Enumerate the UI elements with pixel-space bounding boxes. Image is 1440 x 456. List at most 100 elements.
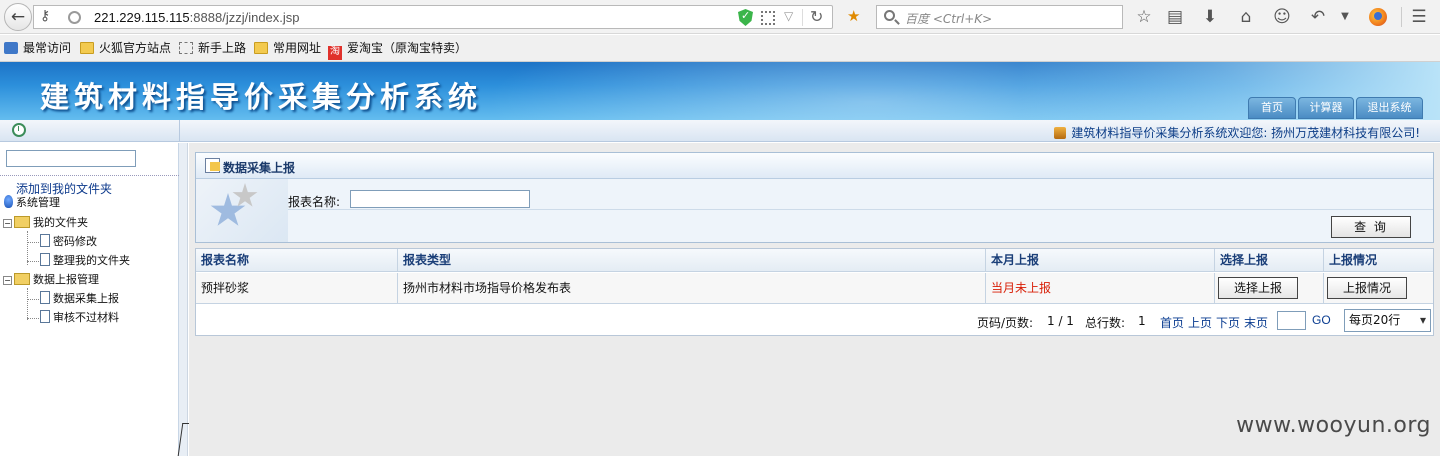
tab-logout[interactable]: 退出系统 — [1356, 97, 1423, 119]
bookmarks-toolbar: 最常访问 火狐官方站点 新手上路 常用网址 淘爱淘宝（原淘宝特卖） — [0, 35, 1440, 62]
clock-icon[interactable] — [12, 123, 26, 137]
tree-item-data-report-mgmt[interactable]: − 数据上报管理 — [3, 272, 99, 288]
prev-page-link[interactable]: 上页 — [1188, 314, 1212, 331]
page-icon — [40, 291, 50, 304]
folder-icon — [14, 216, 30, 228]
welcome-bar: 建筑材料指导价采集分析系统欢迎您: 扬州万茂建材科技有限公司! — [0, 120, 1440, 142]
report-icon — [205, 158, 220, 173]
undo-dropdown-icon[interactable]: ▼ — [1334, 6, 1356, 28]
bulb-icon — [4, 195, 13, 208]
cell-report-type: 扬州市材料市场指导价格发布表 — [398, 273, 986, 303]
identity-key-icon[interactable]: ⚷ — [40, 8, 50, 24]
toolbar-separator — [1401, 7, 1402, 27]
table-header-row: 报表名称 报表类型 本月上报 选择上报 上报情况 — [196, 249, 1433, 272]
menu-icon[interactable]: ☰ — [1408, 6, 1430, 28]
back-button[interactable]: ← — [4, 3, 32, 31]
bookmark-most-visited[interactable]: 最常访问 — [4, 40, 71, 58]
select-report-button[interactable]: 选择上报 — [1218, 277, 1298, 299]
form-divider — [288, 209, 1433, 210]
url-dropdown-icon[interactable]: ▽ — [784, 9, 793, 23]
tree-item-organize-folder[interactable]: 整理我的文件夹 — [40, 253, 130, 269]
most-visited-icon — [4, 42, 18, 54]
tree-line — [27, 261, 39, 262]
browser-toolbar: ← ⚷ 221.229.115.115:8888/jzzj/index.jsp … — [0, 0, 1440, 34]
cell-status: 上报情况 — [1324, 273, 1433, 303]
page-icon — [179, 42, 193, 54]
reload-icon[interactable]: ↻ — [810, 7, 823, 26]
bookmark-star-icon[interactable]: ☆ — [1133, 6, 1155, 28]
tree-item-rejected-materials[interactable]: 审核不过材料 — [40, 310, 119, 326]
page-icon — [40, 234, 50, 247]
total-value: 1 — [1138, 314, 1146, 328]
app-header: 建筑材料指导价采集分析系统 首页 计算器 退出系统 — [0, 62, 1440, 120]
qr-code-icon[interactable] — [761, 11, 775, 25]
folder-icon — [14, 273, 30, 285]
page-icon — [40, 310, 50, 323]
folder-icon — [80, 42, 94, 54]
shield-icon[interactable]: ✓ — [738, 9, 753, 26]
undo-icon[interactable]: ↶ — [1307, 6, 1329, 28]
bookmark-getting-started[interactable]: 新手上路 — [179, 40, 246, 58]
bookmark-firefox-site[interactable]: 火狐官方站点 — [80, 40, 171, 58]
first-page-link[interactable]: 首页 — [1160, 314, 1184, 331]
tree-line — [27, 318, 39, 319]
url-separator — [802, 9, 803, 26]
tree-item-data-collect-report[interactable]: 数据采集上报 — [40, 291, 119, 307]
column-header-name: 报表名称 — [196, 249, 398, 271]
query-button[interactable]: 查 询 — [1331, 216, 1411, 238]
home-icon[interactable]: ⌂ — [1235, 6, 1257, 28]
tree-item-system-admin[interactable]: 系统管理 — [4, 195, 60, 211]
collapse-icon[interactable]: − — [3, 219, 12, 228]
tree-item-my-folder[interactable]: − 我的文件夹 — [3, 215, 88, 231]
column-header-select: 选择上报 — [1215, 249, 1324, 271]
pagination-bar: 页码/页数: 1 / 1 总行数: 1 首页 上页 下页 末页 GO 每页20行 — [196, 307, 1433, 335]
go-button[interactable]: GO — [1312, 313, 1331, 327]
app-title: 建筑材料指导价采集分析系统 — [40, 80, 483, 114]
bookmark-aitaobao[interactable]: 淘爱淘宝（原淘宝特卖） — [328, 40, 467, 60]
report-name-label: 报表名称: — [288, 195, 341, 209]
search-icon — [884, 10, 895, 21]
watermark: www.wooyun.org — [1236, 413, 1431, 438]
star-icon — [232, 183, 258, 207]
column-header-status: 上报情况 — [1329, 253, 1378, 267]
download-icon[interactable]: ⬇ — [1199, 6, 1221, 28]
column-header-monthly: 本月上报 — [986, 249, 1215, 271]
url-text[interactable]: 221.229.115.115:8888/jzzj/index.jsp — [94, 10, 300, 25]
report-table: 报表名称 报表类型 本月上报 选择上报 上报情况 预拌砂浆 扬州市材料市场指导价… — [195, 248, 1434, 336]
bookmark-common-sites[interactable]: 常用网址 — [254, 40, 321, 58]
next-page-link[interactable]: 下页 — [1216, 314, 1240, 331]
last-page-link[interactable]: 末页 — [1244, 314, 1268, 331]
tab-home[interactable]: 首页 — [1248, 97, 1296, 119]
tree-item-change-password[interactable]: 密码修改 — [40, 234, 97, 250]
sidebar-search-input[interactable] — [6, 150, 136, 167]
page-jump-input[interactable] — [1277, 311, 1306, 330]
main-content: 数据采集上报 报表名称: 查 询 报表名称 报表类型 本月上报 选择上报 上报情… — [189, 143, 1440, 456]
report-name-input[interactable] — [350, 190, 530, 208]
table-row: 预拌砂浆 扬州市材料市场指导价格发布表 当月未上报 选择上报 上报情况 — [196, 273, 1433, 304]
cell-select: 选择上报 — [1215, 273, 1324, 303]
search-engine-icon[interactable]: ★ — [847, 7, 860, 25]
reading-list-icon[interactable]: ▤ — [1164, 6, 1186, 28]
report-status-button[interactable]: 上报情况 — [1327, 277, 1407, 299]
search-bar[interactable]: 百度 <Ctrl+K> — [876, 5, 1123, 29]
tab-calculator[interactable]: 计算器 — [1298, 97, 1354, 119]
chat-icon[interactable]: ☺ — [1271, 6, 1293, 28]
cell-report-name: 预拌砂浆 — [196, 273, 398, 303]
firefox-icon[interactable] — [1369, 8, 1387, 26]
rows-per-page-select[interactable]: 每页20行 — [1344, 309, 1431, 332]
tree-line — [27, 242, 39, 243]
page-label: 页码/页数: — [977, 316, 1034, 330]
panel-header: 数据采集上报 — [196, 153, 1433, 179]
sidebar-splitter[interactable] — [179, 143, 188, 456]
search-panel: 数据采集上报 报表名称: 查 询 — [195, 152, 1434, 243]
collapse-icon[interactable]: − — [3, 276, 12, 285]
column-header-type: 报表类型 — [398, 249, 986, 271]
cell-monthly-status: 当月未上报 — [986, 273, 1215, 303]
decorative-graphic — [196, 179, 288, 242]
sidebar: 添加到我的文件夹 系统管理 − 我的文件夹 密码修改 整理我的文件夹 − 数据上报管… — [0, 143, 179, 456]
page-icon — [40, 253, 50, 266]
total-label: 总行数: — [1085, 316, 1126, 330]
panel-title: 数据采集上报 — [223, 161, 296, 175]
tree-line — [27, 299, 39, 300]
url-bar[interactable]: ⚷ 221.229.115.115:8888/jzzj/index.jsp ✓ … — [33, 5, 833, 29]
